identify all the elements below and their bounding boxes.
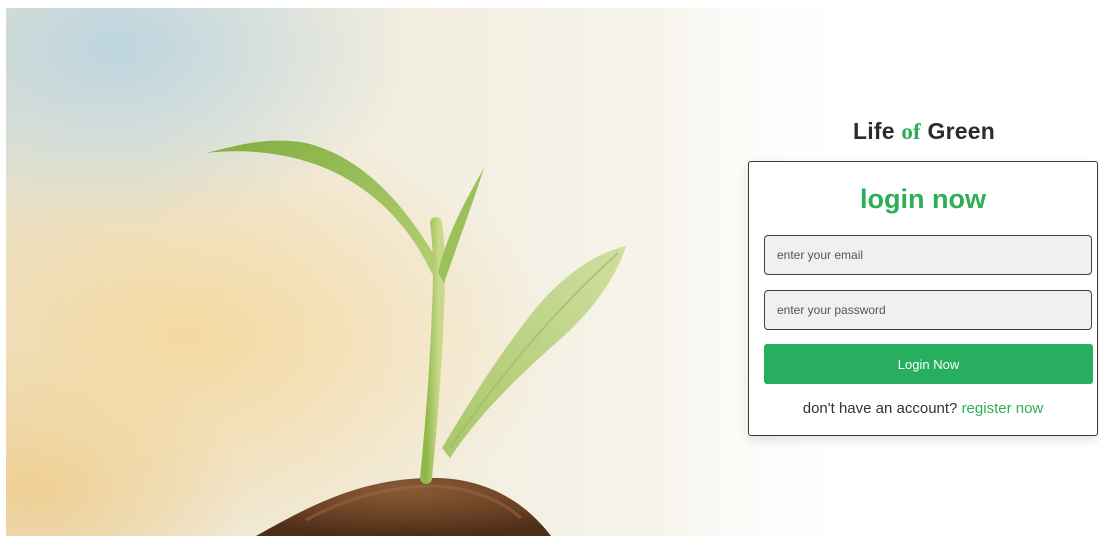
login-form: login now Login Now don't have an accoun… [748,161,1098,436]
register-link[interactable]: register now [962,400,1044,417]
brand-title: Life of Green [749,118,1099,145]
brand-word-green: Green [927,118,995,144]
register-prompt-line: don't have an account? register now [749,400,1097,417]
login-button[interactable]: Login Now [764,344,1093,384]
login-title: login now [860,184,986,214]
login-page: Life of Green login now Login Now don't … [0,0,1099,536]
brand-word-of: of [901,119,921,144]
email-input[interactable] [764,235,1092,275]
password-input[interactable] [764,290,1092,330]
register-prompt-text: don't have an account? [802,400,958,417]
brand-word-life: Life [853,118,895,144]
